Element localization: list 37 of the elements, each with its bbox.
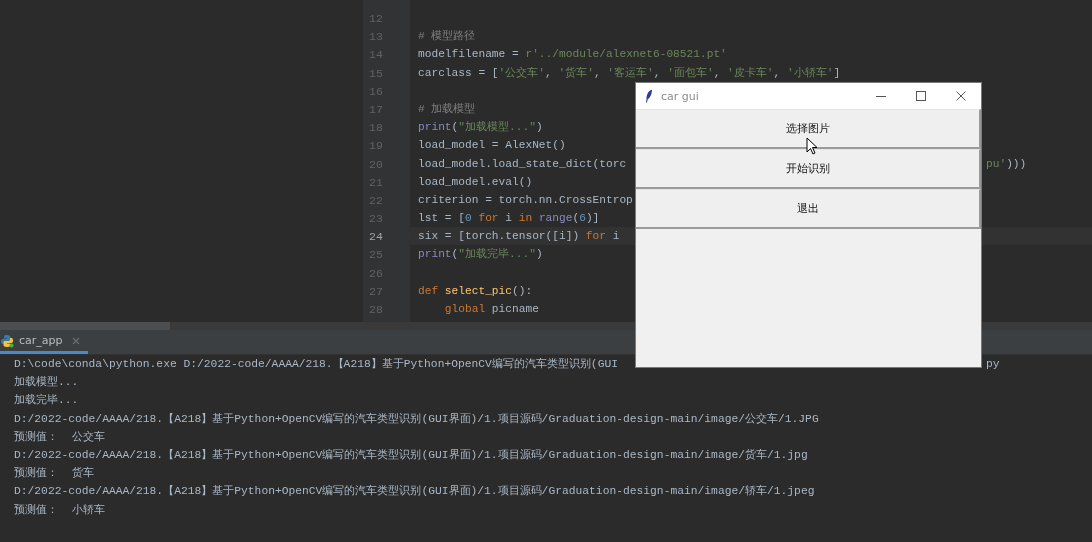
app-button[interactable]: 退出 (636, 189, 981, 229)
console-line: D:/2022-code/AAAA/218.【A218】基于Python+OpenCV编写的汽车类型识别(GUI界面)/1.项目源码/Graduation-design-main/image/货车/1.jpg (14, 447, 808, 463)
python-icon (0, 333, 14, 348)
console-line: D:/2022-code/AAAA/218.【A218】基于Python+OpenCV编写的汽车类型识别(GUI界面)/1.项目源码/Graduation-design-main/image/公交车/1.JPG (14, 411, 819, 427)
code-line: criterion = torch.nn.CrossEntrop (418, 192, 633, 208)
code-line: print("加载完毕...") (418, 247, 543, 263)
code-line: carclass = ['公交车', '货车', '客运车', '面包车', '皮卡车', '小轿车'] (418, 65, 841, 81)
code-line: modelfilename = r'../module/alexnet6-08521.pt' (418, 47, 727, 63)
console-line: 预测值： 货车 (14, 466, 94, 482)
code-line: load_model = AlexNet() (418, 138, 566, 154)
console-line: 加载完毕... (14, 393, 79, 409)
scrollbar-thumb[interactable] (0, 322, 170, 330)
code-line: load_model.eval() (418, 174, 533, 190)
line-number: 24 (369, 230, 383, 244)
console-line: 加载模型... (14, 375, 79, 391)
close-icon[interactable] (955, 90, 967, 102)
console-line: 预测值： 小轿车 (14, 502, 105, 518)
code-line: # 模型路径 (418, 29, 476, 45)
app-button[interactable]: 开始识别 (636, 149, 981, 189)
code-line: load_model.load_state_dict(torc (418, 156, 627, 172)
maximize-icon[interactable] (915, 90, 927, 102)
code-line: six = [torch.tensor([i]) for i (418, 229, 620, 245)
window-title: car gui (661, 89, 699, 103)
code-line: lst = [0 for i in range(6)] (418, 211, 600, 227)
code-line: global picname (443, 302, 539, 317)
console-line: D:/2022-code/AAAA/218.【A218】基于Python+OpenCV编写的汽车类型识别(GUI界面)/1.项目源码/Graduation-design-main/image/轿车/1.jpeg (14, 484, 815, 500)
app-button[interactable]: 选择图片 (636, 109, 981, 149)
console-line: py (986, 357, 1000, 372)
code-line: def select_pic(): (418, 283, 533, 299)
code-line: pu'))) (986, 156, 1027, 172)
console-line: D:\code\conda\python.exe D:/2022-code/AAAA/218.【A218】基于Python+OpenCV编写的汽车类型识别(GUI (14, 357, 618, 372)
run-tab[interactable]: car_app (0, 330, 88, 354)
feather-icon (645, 89, 653, 103)
code-line: print("加载模型...") (418, 120, 543, 136)
code-line: # 加载模型 (418, 101, 476, 117)
mouse-cursor-icon (806, 137, 818, 155)
console-line: 预测值： 公交车 (14, 429, 105, 445)
